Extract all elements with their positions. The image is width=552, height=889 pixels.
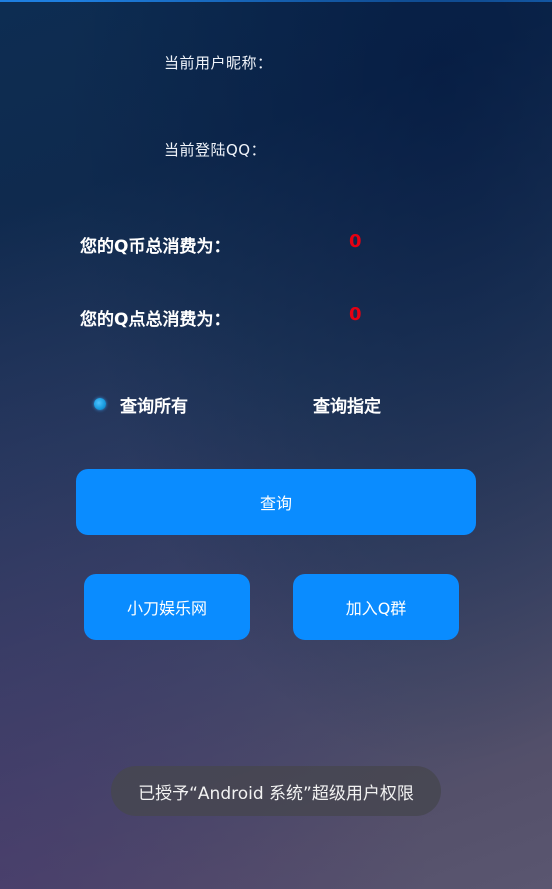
radio-query-specific-label: 查询指定 <box>313 396 381 417</box>
qcoin-total-value: 0 <box>349 231 362 252</box>
radio-query-all[interactable]: 查询所有 <box>94 392 188 417</box>
qpoint-total-value: 0 <box>349 304 362 325</box>
radio-selected-icon <box>94 398 106 410</box>
radio-query-all-label: 查询所有 <box>120 396 188 417</box>
radio-query-specific[interactable]: 查询指定 <box>313 392 381 417</box>
current-nickname-label: 当前用户昵称： <box>164 54 273 72</box>
background-glow <box>0 0 552 889</box>
website-button[interactable]: 小刀娱乐网 <box>84 574 250 640</box>
qpoint-total-label: 您的Q点总消费为： <box>80 310 231 330</box>
current-qq-label: 当前登陆QQ： <box>164 141 267 159</box>
superuser-toast: 已授予“Android 系统”超级用户权限 <box>111 766 441 816</box>
top-accent-line <box>0 0 552 2</box>
join-group-button[interactable]: 加入Q群 <box>293 574 459 640</box>
qcoin-total-label: 您的Q币总消费为： <box>80 237 231 257</box>
query-button[interactable]: 查询 <box>76 469 476 535</box>
